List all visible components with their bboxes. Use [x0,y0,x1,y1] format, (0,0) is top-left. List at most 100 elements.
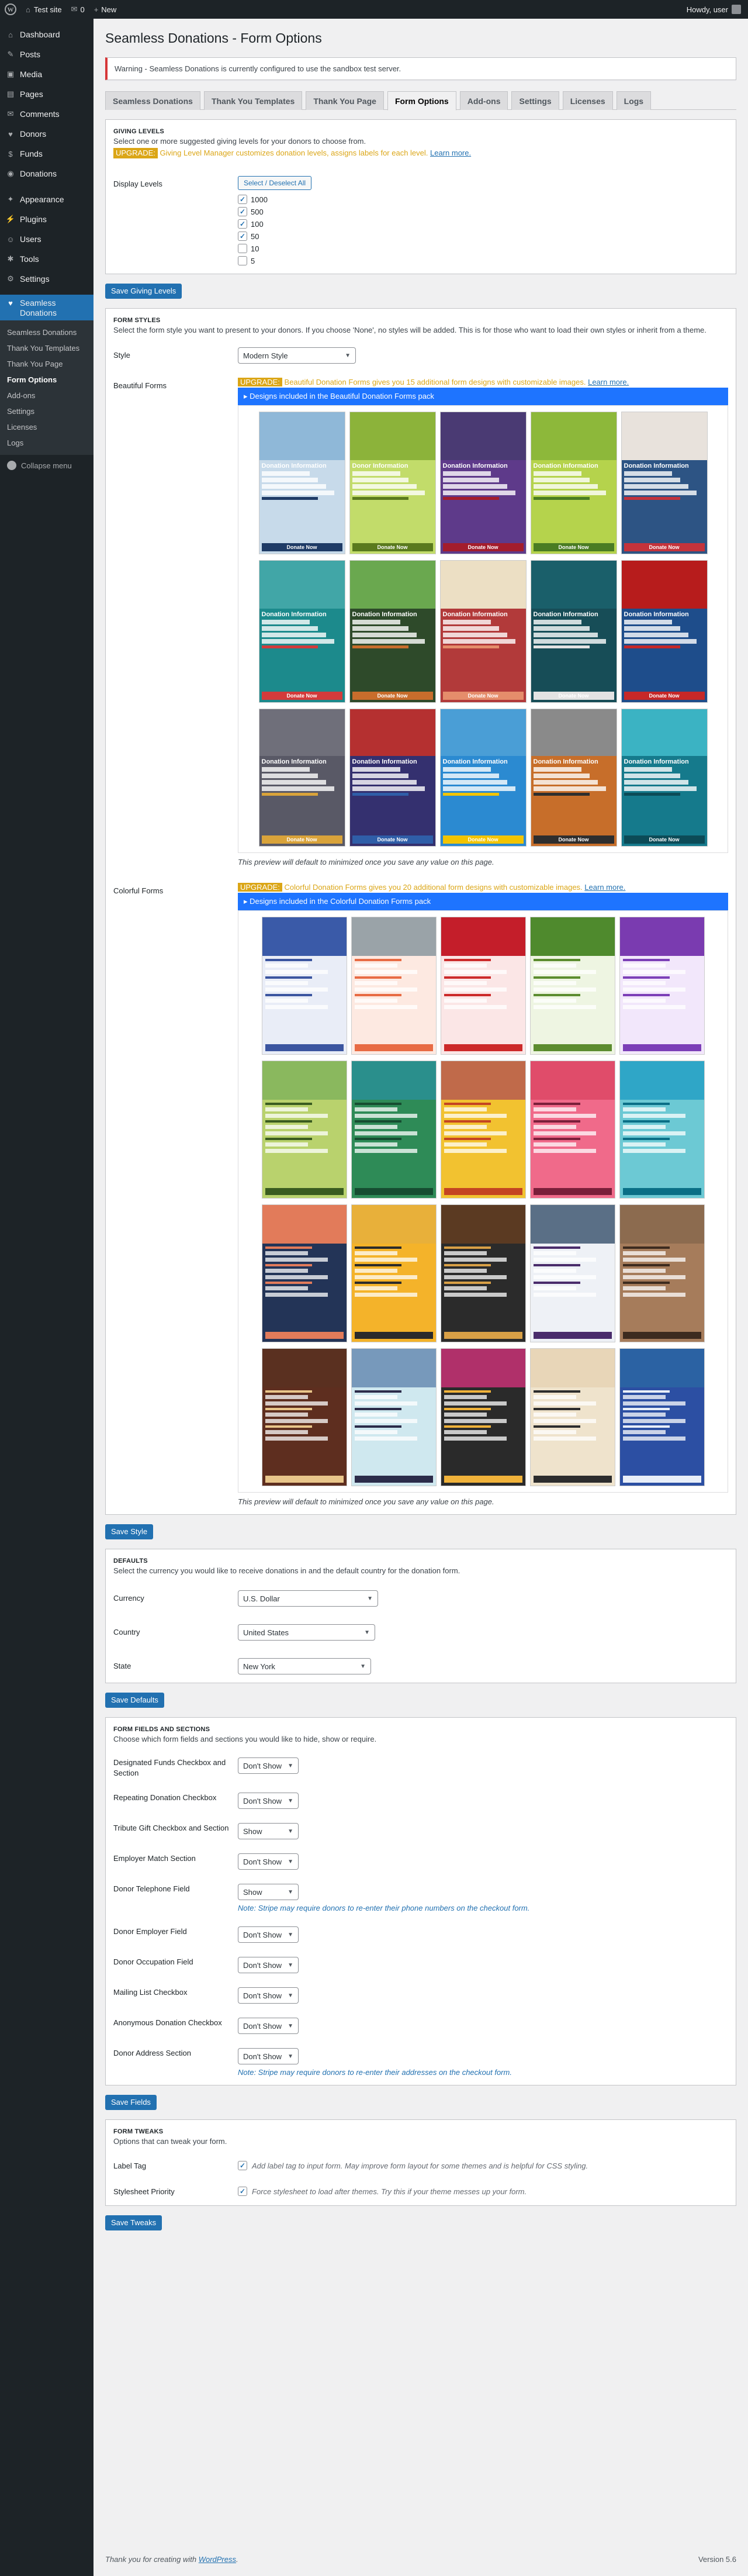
colorful-form-thumbnail[interactable] [351,1348,437,1486]
wordpress-link[interactable]: WordPress [199,2555,236,2564]
colorful-form-thumbnail[interactable] [619,1204,705,1342]
giving-level-checkbox[interactable] [238,244,247,253]
colorful-form-thumbnail[interactable] [619,1348,705,1486]
submenu-item-thank-you-templates[interactable]: Thank You Templates [0,340,94,356]
beautiful-form-thumbnail[interactable]: Donation Information Donate Now [530,709,617,847]
field-visibility-select[interactable]: Don't Show ▼ [238,2048,299,2064]
colorful-form-thumbnail[interactable] [440,917,526,1055]
submenu-item-licenses[interactable]: Licenses [0,419,94,435]
menu-item-settings[interactable]: ⚙ Settings [0,269,94,289]
beautiful-form-thumbnail[interactable]: Donation Information Donate Now [621,560,708,703]
colorful-form-thumbnail[interactable] [619,917,705,1055]
learn-more-link[interactable]: Learn more. [430,149,471,157]
tab-seamless-donations[interactable]: Seamless Donations [105,91,200,110]
menu-item-appearance[interactable]: ✦ Appearance [0,189,94,209]
menu-item-comments[interactable]: ✉ Comments [0,104,94,124]
submenu-item-add-ons[interactable]: Add-ons [0,388,94,403]
label-tag-checkbox[interactable]: ✓ [238,2161,247,2170]
beautiful-form-thumbnail[interactable]: Donation Information Donate Now [258,560,345,703]
colorful-form-thumbnail[interactable] [261,917,347,1055]
colorful-form-thumbnail[interactable] [529,1204,615,1342]
beautiful-form-thumbnail[interactable]: Donation Information Donate Now [258,709,345,847]
menu-item-funds[interactable]: $ Funds [0,144,94,164]
menu-item-posts[interactable]: ✎ Posts [0,44,94,64]
save-fields-button[interactable]: Save Fields [105,2095,157,2110]
beautiful-form-thumbnail[interactable]: Donation Information Donate Now [439,412,527,554]
colorful-form-thumbnail[interactable] [529,917,615,1055]
beautiful-form-thumbnail[interactable]: Donation Information Donate Now [349,709,436,847]
stylesheet-priority-checkbox[interactable]: ✓ [238,2187,247,2196]
wordpress-logo-icon[interactable]: W [0,0,21,19]
style-select[interactable]: Modern Style ▼ [238,347,356,364]
tab-licenses[interactable]: Licenses [562,91,613,110]
select-deselect-all-button[interactable]: Select / Deselect All [238,176,312,190]
colorful-form-thumbnail[interactable] [351,917,437,1055]
field-visibility-select[interactable]: Don't Show ▼ [238,1926,299,1943]
beautiful-form-thumbnail[interactable]: Donor Information Donate Now [349,412,436,554]
beautiful-form-thumbnail[interactable]: Donation Information Donate Now [530,560,617,703]
colorful-form-thumbnail[interactable] [351,1204,437,1342]
colorful-form-thumbnail[interactable] [619,1061,705,1199]
submenu-item-logs[interactable]: Logs [0,435,94,451]
new-content-link[interactable]: + New [89,0,122,19]
comments-link[interactable]: ✉ 0 [67,0,89,19]
colorful-form-thumbnail[interactable] [440,1348,526,1486]
beautiful-form-thumbnail[interactable]: Donation Information Donate Now [439,560,527,703]
menu-item-seamless-donations[interactable]: ♥ Seamless Donations [0,295,94,320]
beautiful-form-thumbnail[interactable]: Donation Information Donate Now [530,412,617,554]
giving-level-checkbox[interactable]: ✓ [238,207,247,216]
field-visibility-select[interactable]: Don't Show ▼ [238,1853,299,1870]
field-visibility-select[interactable]: Don't Show ▼ [238,2018,299,2034]
beautiful-pack-toggle[interactable]: ▸ Designs included in the Beautiful Dona… [238,388,728,405]
state-select[interactable]: New York ▼ [238,1658,371,1674]
colorful-form-thumbnail[interactable] [440,1204,526,1342]
save-style-button[interactable]: Save Style [105,1524,154,1539]
submenu-item-form-options[interactable]: Form Options [0,372,94,388]
giving-level-checkbox[interactable]: ✓ [238,219,247,229]
beautiful-form-thumbnail[interactable]: Donation Information Donate Now [621,412,708,554]
field-visibility-select[interactable]: Show ▼ [238,1884,299,1900]
colorful-form-thumbnail[interactable] [261,1061,347,1199]
field-visibility-select[interactable]: Show ▼ [238,1823,299,1839]
beautiful-form-thumbnail[interactable]: Donation Information Donate Now [258,412,345,554]
colorful-form-thumbnail[interactable] [529,1061,615,1199]
tab-settings[interactable]: Settings [511,91,559,110]
submenu-item-settings[interactable]: Settings [0,403,94,419]
colorful-pack-toggle[interactable]: ▸ Designs included in the Colorful Donat… [238,893,728,910]
learn-more-link[interactable]: Learn more. [584,883,625,892]
tab-add-ons[interactable]: Add-ons [459,91,508,110]
account-menu[interactable]: Howdy, user [687,5,748,14]
beautiful-form-thumbnail[interactable]: Donation Information Donate Now [621,709,708,847]
save-defaults-button[interactable]: Save Defaults [105,1693,164,1708]
menu-item-users[interactable]: ☺ Users [0,229,94,249]
tab-logs[interactable]: Logs [616,91,652,110]
menu-item-media[interactable]: ▣ Media [0,64,94,84]
menu-item-plugins[interactable]: ⚡ Plugins [0,209,94,229]
field-visibility-select[interactable]: Don't Show ▼ [238,1987,299,2004]
menu-item-dashboard[interactable]: ⌂ Dashboard [0,25,94,44]
colorful-form-thumbnail[interactable] [440,1061,526,1199]
submenu-item-thank-you-page[interactable]: Thank You Page [0,356,94,372]
tab-form-options[interactable]: Form Options [387,91,456,111]
country-select[interactable]: United States ▼ [238,1624,375,1641]
field-visibility-select[interactable]: Don't Show ▼ [238,1793,299,1809]
beautiful-form-thumbnail[interactable]: Donation Information Donate Now [349,560,436,703]
menu-item-pages[interactable]: ▤ Pages [0,84,94,104]
currency-select[interactable]: U.S. Dollar ▼ [238,1590,378,1607]
field-visibility-select[interactable]: Don't Show ▼ [238,1757,299,1774]
save-giving-levels-button[interactable]: Save Giving Levels [105,284,182,299]
colorful-form-thumbnail[interactable] [261,1348,347,1486]
menu-item-tools[interactable]: ✱ Tools [0,249,94,269]
menu-item-donors[interactable]: ♥ Donors [0,124,94,144]
site-name-link[interactable]: ⌂ Test site [21,0,67,19]
save-tweaks-button[interactable]: Save Tweaks [105,2215,162,2230]
menu-item-donations[interactable]: ◉ Donations [0,164,94,184]
beautiful-form-thumbnail[interactable]: Donation Information Donate Now [439,709,527,847]
learn-more-link[interactable]: Learn more. [588,378,629,386]
colorful-form-thumbnail[interactable] [261,1204,347,1342]
giving-level-checkbox[interactable]: ✓ [238,232,247,241]
giving-level-checkbox[interactable] [238,256,247,265]
tab-thank-you-page[interactable]: Thank You Page [306,91,384,110]
tab-thank-you-templates[interactable]: Thank You Templates [203,91,303,110]
giving-level-checkbox[interactable]: ✓ [238,195,247,204]
